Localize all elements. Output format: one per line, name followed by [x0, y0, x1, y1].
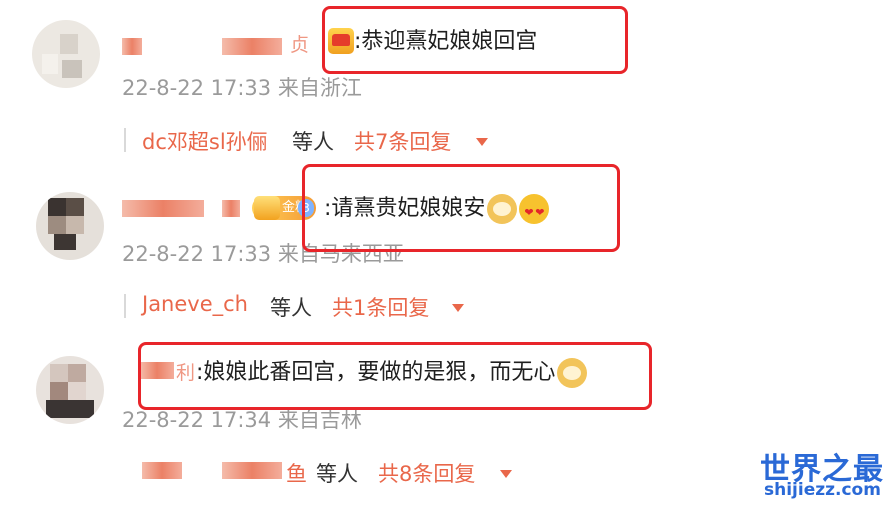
reply-names-tail[interactable]: 鱼: [286, 458, 307, 488]
avatar[interactable]: [36, 192, 104, 260]
reply-names[interactable]: Janeve_ch: [142, 292, 248, 316]
highlight-box: [302, 164, 620, 252]
username-blurred[interactable]: [222, 200, 240, 217]
reply-suffix: 等人: [292, 130, 334, 154]
username-blurred[interactable]: [122, 38, 142, 55]
highlight-box: [138, 342, 652, 410]
reply-count-link[interactable]: 共7条回复: [354, 126, 451, 156]
expand-caret-icon[interactable]: [500, 470, 512, 478]
reply-divider: [124, 294, 126, 318]
reply-names[interactable]: dc邓超sl孙俪: [142, 126, 268, 156]
highlight-box: [322, 6, 628, 74]
avatar[interactable]: [36, 356, 104, 424]
comment-meta: 22-8-22 17:33 来自浙江: [122, 76, 362, 100]
reply-names-blurred[interactable]: [222, 462, 282, 479]
reply-suffix: 等人: [316, 462, 358, 486]
reply-count-link[interactable]: 共1条回复: [332, 292, 429, 322]
reply-divider: [124, 128, 126, 152]
expand-caret-icon[interactable]: [476, 138, 488, 146]
username-blurred[interactable]: [222, 38, 282, 55]
avatar[interactable]: [32, 20, 100, 88]
username-tail[interactable]: 贞: [290, 30, 309, 57]
crown-badge-icon: [254, 196, 280, 220]
username-blurred[interactable]: [122, 200, 204, 217]
watermark-url: shijiezz.com: [764, 480, 881, 500]
reply-names-blurred[interactable]: [142, 462, 182, 479]
reply-count-link[interactable]: 共8条回复: [378, 458, 475, 488]
reply-suffix: 等人: [270, 296, 312, 320]
expand-caret-icon[interactable]: [452, 304, 464, 312]
